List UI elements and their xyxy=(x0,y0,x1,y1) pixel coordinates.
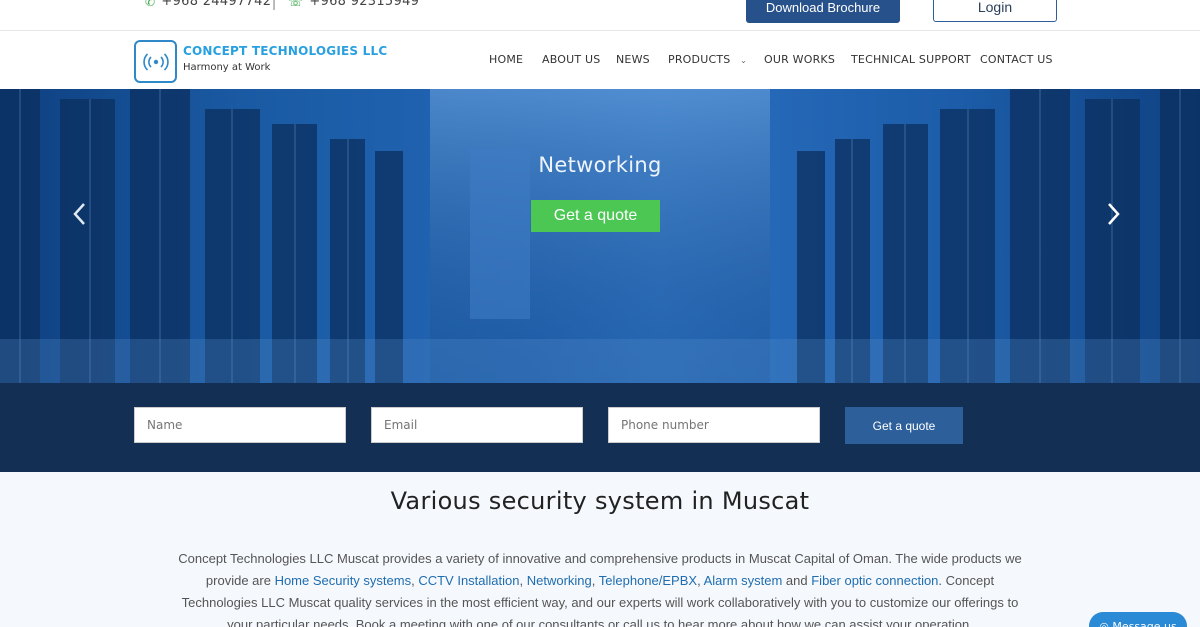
message-us-button[interactable]: ◎ Message us xyxy=(1089,612,1187,627)
wireless-signal-icon[interactable] xyxy=(134,40,177,83)
intro-separator-5: and xyxy=(782,573,812,588)
link-fiber-optic[interactable]: Fiber optic connection xyxy=(811,573,938,588)
phone-contact-1[interactable]: ✆ +968 24497742 xyxy=(145,0,271,9)
phone-icon: ✆ xyxy=(145,0,156,9)
intro-separator-3: , xyxy=(591,573,599,588)
hero-slider: Networking Get a quote xyxy=(0,89,1200,383)
site-header: CONCEPT TECHNOLOGIES LLC Harmony at Work… xyxy=(0,30,1200,89)
nav-technical-support[interactable]: TECHNICAL SUPPORT xyxy=(851,53,971,66)
hero-title: Networking xyxy=(538,153,662,177)
link-networking[interactable]: Networking xyxy=(527,573,592,588)
brand-tagline: Harmony at Work xyxy=(183,62,271,73)
phone-separator: | xyxy=(272,0,277,10)
login-button[interactable]: Login xyxy=(933,0,1057,22)
phone-contact-2[interactable]: ☏ +968 92315949 xyxy=(288,0,419,9)
link-alarm-system[interactable]: Alarm system xyxy=(704,573,783,588)
whatsapp-icon: ☏ xyxy=(288,0,304,9)
quote-form-band: Get a quote xyxy=(0,383,1200,472)
nav-about-us[interactable]: ABOUT US xyxy=(542,53,600,66)
slider-next-arrow[interactable] xyxy=(1104,201,1122,234)
intro-section: Various security system in Muscat Concep… xyxy=(0,472,1200,627)
nav-products-label: PRODUCTS xyxy=(668,53,731,66)
link-home-security[interactable]: Home Security systems xyxy=(275,573,412,588)
form-get-quote-button[interactable]: Get a quote xyxy=(845,407,963,444)
brand-name[interactable]: CONCEPT TECHNOLOGIES LLC xyxy=(183,44,387,58)
phone-number-1: +968 24497742 xyxy=(161,0,272,9)
server-room-background xyxy=(0,89,1200,383)
hero-get-quote-button[interactable]: Get a quote xyxy=(531,200,660,232)
chevron-down-icon: ⌄ xyxy=(740,56,748,65)
chevron-left-icon xyxy=(73,203,85,225)
nav-products[interactable]: PRODUCTS ⌄ xyxy=(668,53,747,66)
nav-home[interactable]: HOME xyxy=(489,53,523,66)
nav-news[interactable]: NEWS xyxy=(616,53,650,66)
link-telephone-epbx[interactable]: Telephone/EPBX xyxy=(599,573,697,588)
intro-paragraph: Concept Technologies LLC Muscat provides… xyxy=(170,548,1030,627)
phone-number-2: +968 92315949 xyxy=(309,0,420,9)
nav-our-works[interactable]: OUR WORKS xyxy=(764,53,835,66)
top-bar: ✆ +968 24497742 | ☏ +968 92315949 Downlo… xyxy=(0,0,1200,30)
name-input[interactable] xyxy=(134,407,346,443)
link-cctv-installation[interactable]: CCTV Installation xyxy=(418,573,519,588)
nav-contact-us[interactable]: CONTACT US xyxy=(980,53,1053,66)
section-heading: Various security system in Muscat xyxy=(390,487,810,515)
phone-number-input[interactable] xyxy=(608,407,820,443)
intro-separator-2: , xyxy=(519,573,527,588)
download-brochure-button[interactable]: Download Brochure xyxy=(746,0,900,23)
chevron-right-icon xyxy=(1108,203,1120,225)
slider-prev-arrow[interactable] xyxy=(71,201,89,234)
email-input[interactable] xyxy=(371,407,583,443)
